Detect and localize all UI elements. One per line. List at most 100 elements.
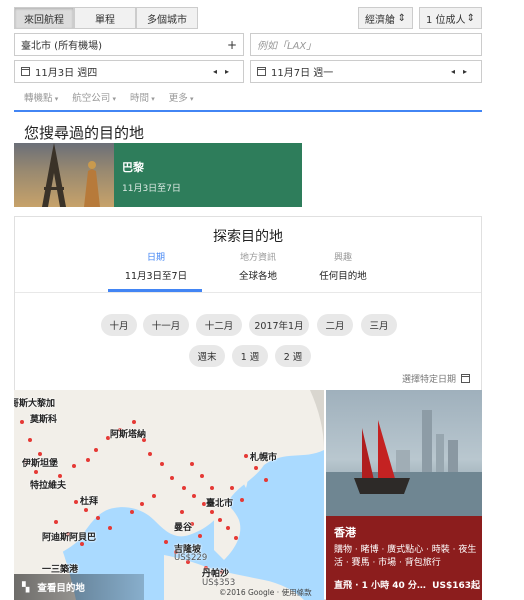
map-destination-dot[interactable] — [72, 464, 76, 468]
filter-more[interactable]: 更多 — [169, 90, 194, 104]
map-destination-dot[interactable] — [190, 462, 194, 466]
map-destination-dot[interactable] — [210, 510, 214, 514]
cabin-select[interactable]: 經濟艙 ⇕ — [358, 7, 413, 29]
recent-city: 巴黎 — [122, 161, 144, 174]
map-destination-dot[interactable] — [170, 476, 174, 480]
map-destination-dot[interactable] — [148, 452, 152, 456]
tab-label: 日期 — [146, 253, 165, 263]
map-destination-dot[interactable] — [244, 454, 248, 458]
origin-field[interactable]: 臺北市 (所有機場) + — [14, 33, 244, 56]
filter-stops[interactable]: 轉機點 — [24, 90, 58, 104]
tab-location[interactable]: 地方資訊 全球各地 — [210, 250, 306, 282]
hong-kong-photo — [326, 390, 482, 516]
month-chip[interactable]: 二月 — [317, 314, 353, 336]
origin-value: 臺北市 (所有機場) — [21, 41, 102, 52]
info-city: 香港 — [334, 526, 356, 539]
calendar-icon — [257, 67, 266, 76]
filter-airlines[interactable]: 航空公司 — [72, 90, 116, 104]
map-price: US$229 — [174, 553, 208, 563]
month-chip[interactable]: 十二月 — [196, 314, 242, 336]
filter-bar: 轉機點 航空公司 時間 更多 — [24, 90, 194, 104]
tab-value: 11月3日至7日 — [124, 271, 188, 282]
map-destination-dot[interactable] — [34, 470, 38, 474]
map-destination-dot[interactable] — [140, 502, 144, 506]
map-destination-dot[interactable] — [84, 508, 88, 512]
map-destination-dot[interactable] — [200, 474, 204, 478]
map-destination-dot[interactable] — [192, 494, 196, 498]
map-destination-dot[interactable] — [198, 534, 202, 538]
destination-info-card[interactable]: 香港 購物 · 睹博 · 廣式點心 · 時裝 · 夜生活 · 賽馬 · 市場 ·… — [326, 390, 482, 600]
map-destination-dot[interactable] — [28, 438, 32, 442]
select-specific-dates[interactable]: 選擇特定日期 — [402, 372, 475, 385]
info-flight: 直飛 · 1 小時 40 分… US$163起 — [334, 578, 480, 591]
map-destination-dot[interactable] — [108, 526, 112, 530]
explore-heading: 探索目的地 — [213, 229, 283, 245]
map-destination-dot[interactable] — [54, 520, 58, 524]
map-label[interactable]: 阿迪斯阿貝巴 — [42, 530, 96, 543]
length-chip[interactable]: 2 週 — [275, 345, 311, 367]
map-destination-dot[interactable] — [96, 516, 100, 520]
destination-map[interactable]: 哥斯大黎加 莫斯科 阿斯塔納 伊斯坦堡 特拉維夫 杜拜 阿迪斯阿貝巴 札幌市 臺… — [14, 390, 324, 600]
date-stepper-icon[interactable]: ◂▸ — [451, 67, 475, 76]
map-destination-dot[interactable] — [132, 420, 136, 424]
passengers-select[interactable]: 1 位成人 ⇕ — [419, 7, 482, 29]
tab-dates[interactable]: 日期 11月3日至7日 — [108, 250, 204, 282]
map-label[interactable]: 莫斯科 — [30, 412, 57, 425]
map-label[interactable]: 哥斯大黎加 — [14, 396, 55, 409]
map-destination-dot[interactable] — [240, 498, 244, 502]
map-label[interactable]: 杜拜 — [80, 494, 98, 507]
view-map-button[interactable]: ▚ 查看目的地 — [14, 574, 144, 600]
map-label[interactable]: 臺北市 — [206, 496, 233, 509]
divider — [15, 292, 481, 293]
date-stepper-icon[interactable]: ◂▸ — [213, 67, 237, 76]
flight-price: US$163起 — [432, 581, 480, 591]
month-chip[interactable]: 2017年1月 — [249, 314, 309, 336]
map-label[interactable]: 阿斯塔納 — [110, 427, 146, 440]
flights-search-page: 來回航程 單程 多個城市 經濟艙 ⇕ 1 位成人 ⇕ 臺北市 (所有機場) + 例如「… — [0, 0, 524, 600]
destination-field[interactable]: 例如「LAX」 — [250, 33, 482, 56]
map-destination-dot[interactable] — [182, 486, 186, 490]
recent-heading: 您搜尋過的目的地 — [24, 124, 145, 142]
calendar-icon — [21, 67, 30, 76]
map-label[interactable]: 札幌市 — [250, 450, 277, 463]
map-destination-dot[interactable] — [74, 500, 78, 504]
depart-date-field[interactable]: 11月3日 週四 ◂▸ — [14, 60, 244, 83]
map-destination-dot[interactable] — [226, 526, 230, 530]
calendar-icon — [461, 374, 471, 383]
map-destination-dot[interactable] — [164, 540, 168, 544]
map-destination-dot[interactable] — [86, 458, 90, 462]
map-destination-dot[interactable] — [230, 486, 234, 490]
map-destination-dot[interactable] — [180, 510, 184, 514]
cabin-value: 經濟艙 — [365, 14, 395, 26]
add-origin-icon[interactable]: + — [227, 38, 237, 52]
map-destination-dot[interactable] — [264, 478, 268, 482]
passengers-value: 1 位成人 — [426, 14, 466, 26]
round-trip-button[interactable]: 來回航程 — [14, 7, 74, 29]
month-chip[interactable]: 十月 — [101, 314, 137, 336]
map-destination-dot[interactable] — [234, 536, 238, 540]
month-chip[interactable]: 三月 — [361, 314, 397, 336]
map-destination-dot[interactable] — [130, 510, 134, 514]
updown-icon: ⇕ — [397, 12, 406, 24]
select-dates-label: 選擇特定日期 — [402, 375, 457, 385]
length-chip[interactable]: 週末 — [189, 345, 225, 367]
map-destination-dot[interactable] — [160, 462, 164, 466]
map-label[interactable]: 曼谷 — [174, 520, 192, 533]
length-chip[interactable]: 1 週 — [232, 345, 268, 367]
month-chip[interactable]: 十一月 — [143, 314, 189, 336]
info-description: 購物 · 睹博 · 廣式點心 · 時裝 · 夜生活 · 賽馬 · 市場 · 背包… — [334, 545, 477, 568]
map-destination-dot[interactable] — [94, 448, 98, 452]
map-label[interactable]: 特拉維夫 — [30, 478, 66, 491]
map-label[interactable]: 伊斯坦堡 — [22, 456, 58, 469]
map-destination-dot[interactable] — [210, 486, 214, 490]
map-destination-dot[interactable] — [152, 494, 156, 498]
map-destination-dot[interactable] — [254, 466, 258, 470]
tab-interests[interactable]: 興趣 任何目的地 — [295, 250, 391, 282]
return-date-field[interactable]: 11月7日 週一 ◂▸ — [250, 60, 482, 83]
multi-city-button[interactable]: 多個城市 — [136, 7, 198, 29]
one-way-button[interactable]: 單程 — [74, 7, 136, 29]
map-destination-dot[interactable] — [20, 420, 24, 424]
map-destination-dot[interactable] — [218, 518, 222, 522]
recent-destination-card[interactable]: 巴黎 11月3日至7日 — [14, 143, 302, 207]
filter-times[interactable]: 時間 — [130, 90, 155, 104]
